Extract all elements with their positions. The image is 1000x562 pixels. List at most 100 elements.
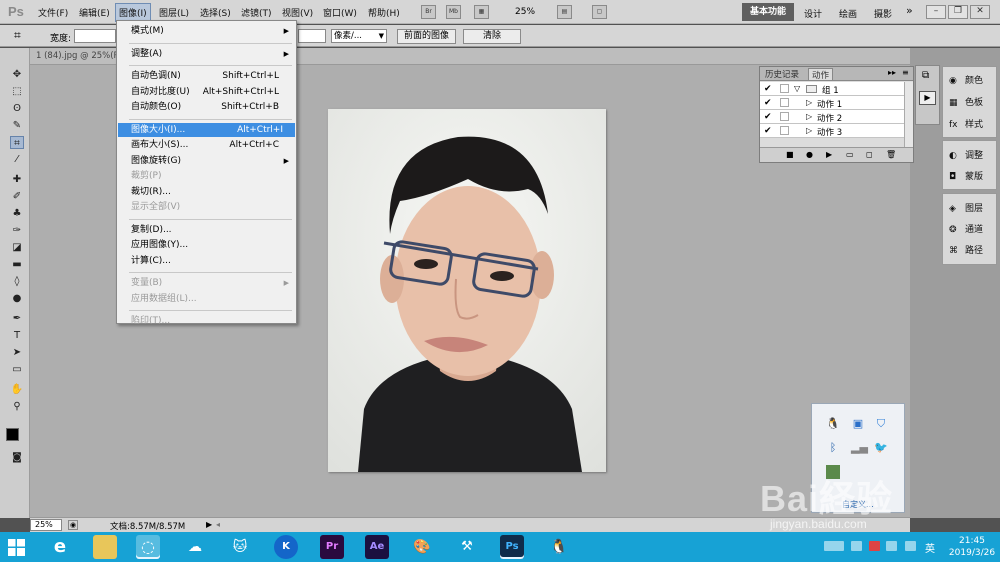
dialog-toggle[interactable]: [780, 112, 789, 121]
panel-styles[interactable]: fx 样式: [949, 117, 983, 130]
lasso-tool-icon[interactable]: ʘ: [10, 102, 24, 115]
menu-item[interactable]: 图像大小(I)... Alt+Ctrl+I: [118, 122, 295, 137]
menu-item[interactable]: 计算(C)...: [131, 254, 291, 268]
menu-item[interactable]: 应用图像(Y)...: [131, 238, 291, 252]
netdisk-tray-icon[interactable]: ▣: [851, 417, 865, 431]
menu-item[interactable]: 图像旋转(G) ▶: [131, 154, 291, 168]
resolution-field[interactable]: [298, 29, 326, 43]
menu-view[interactable]: 视图(V): [282, 6, 313, 19]
history-brush-tool-icon[interactable]: ✑: [10, 224, 24, 237]
record-icon[interactable]: ●: [806, 150, 813, 159]
bridge-button[interactable]: Br: [421, 5, 436, 19]
marquee-tool-icon[interactable]: ⬚: [10, 85, 24, 98]
panel-menu-icon[interactable]: ≡: [902, 68, 909, 77]
actions-panel-icon[interactable]: ▶: [919, 91, 936, 105]
menu-select[interactable]: 选择(S): [200, 6, 231, 19]
screen-mode-icon[interactable]: ▢: [592, 5, 607, 19]
expand-right-icon[interactable]: ▷: [806, 126, 812, 135]
menu-file[interactable]: 文件(F): [38, 6, 68, 19]
dodge-tool-icon[interactable]: ●: [10, 292, 24, 305]
tab-history[interactable]: 历史记录: [762, 68, 802, 80]
dialog-toggle[interactable]: [780, 126, 789, 135]
scroll-left-icon[interactable]: ◂: [216, 520, 220, 529]
tool-icon[interactable]: ⚒: [455, 535, 479, 559]
action-row[interactable]: ✔ ▷ 动作 1: [760, 96, 904, 110]
quick-select-tool-icon[interactable]: ✎: [10, 119, 24, 132]
actions-scrollbar[interactable]: [904, 82, 913, 147]
shape-tool-icon[interactable]: ▭: [10, 363, 24, 376]
status-arrow-icon[interactable]: ▶: [206, 520, 212, 529]
stop-icon[interactable]: ■: [786, 150, 794, 159]
cat-icon[interactable]: 🐱: [228, 535, 252, 559]
paint-icon[interactable]: 🎨: [410, 535, 434, 559]
arrange-documents-icon[interactable]: ▤: [557, 5, 572, 19]
menu-item[interactable]: 画布大小(S)... Alt+Ctrl+C: [131, 138, 291, 152]
hand-tool-icon[interactable]: ✋: [10, 383, 24, 396]
panel-paths[interactable]: ⌘ 路径: [949, 243, 983, 256]
blur-tool-icon[interactable]: ◊: [10, 275, 24, 288]
menu-help[interactable]: 帮助(H): [368, 6, 400, 19]
action-set-row[interactable]: ✔ ▽ 组 1: [760, 82, 904, 96]
expand-down-icon[interactable]: ▽: [794, 84, 800, 93]
k-icon[interactable]: K: [274, 535, 298, 559]
toggle-check-icon[interactable]: ✔: [764, 126, 774, 136]
view-extras-icon[interactable]: ▦: [474, 5, 489, 19]
foreground-color-swatch[interactable]: [6, 428, 19, 441]
menu-window[interactable]: 窗口(W): [323, 6, 357, 19]
status-zoom-field[interactable]: 25%: [30, 519, 62, 531]
panel-adjustments[interactable]: ◐ 调整: [949, 148, 983, 161]
expand-right-icon[interactable]: ▷: [806, 112, 812, 121]
after-effects-icon[interactable]: Ae: [365, 535, 389, 559]
eyedropper-tool-icon[interactable]: ⁄: [10, 153, 24, 166]
signal-icon[interactable]: ▂▄: [851, 441, 868, 455]
menu-item[interactable]: 模式(M) ▶: [131, 24, 291, 38]
battery-icon[interactable]: [886, 541, 897, 551]
baidu-netdisk-icon[interactable]: ☁: [183, 535, 207, 559]
menu-edit[interactable]: 编辑(E): [79, 6, 110, 19]
unit-select[interactable]: 像素/... ▼: [331, 29, 387, 43]
expand-right-icon[interactable]: ▷: [806, 98, 812, 107]
explorer-icon[interactable]: [93, 535, 117, 559]
menu-layer[interactable]: 图层(L): [159, 6, 189, 19]
action-row[interactable]: ✔ ▷ 动作 2: [760, 110, 904, 124]
menu-item[interactable]: 裁切(R)...: [131, 185, 291, 199]
clone-stamp-tool-icon[interactable]: ♣: [10, 207, 24, 220]
menu-item[interactable]: 自动颜色(O) Shift+Ctrl+B: [131, 100, 291, 114]
menu-item[interactable]: 调整(A) ▶: [131, 47, 291, 61]
toggle-check-icon[interactable]: ✔: [764, 112, 774, 122]
panel-swatches[interactable]: ▦ 色板: [949, 95, 983, 108]
history-panel-icon[interactable]: ⧉: [922, 70, 929, 81]
width-field[interactable]: [74, 29, 116, 43]
dialog-toggle[interactable]: [780, 98, 789, 107]
restore-icon[interactable]: ❐: [948, 5, 968, 19]
healing-brush-tool-icon[interactable]: ✚: [10, 173, 24, 186]
crop-tool-icon[interactable]: ⌗: [14, 28, 21, 43]
minimize-icon[interactable]: –: [926, 5, 946, 19]
workspace-design[interactable]: 设计: [804, 7, 822, 20]
zoom-tool-icon[interactable]: ⚲: [10, 400, 24, 413]
front-image-button[interactable]: 前面的图像: [397, 29, 456, 44]
bluetooth-icon[interactable]: ᛒ: [826, 441, 840, 455]
status-info-icon[interactable]: ◉: [68, 520, 78, 530]
delete-icon[interactable]: 🗑: [886, 150, 896, 159]
move-tool-icon[interactable]: ✥: [10, 68, 24, 81]
system-clock[interactable]: 21:45 2019/3/26: [944, 535, 1000, 559]
close-icon[interactable]: ✕: [970, 5, 990, 19]
tray-expand-icon[interactable]: [851, 541, 862, 551]
panel-color[interactable]: ◉ 颜色: [949, 73, 983, 86]
panel-channels[interactable]: ❂ 通道: [949, 222, 983, 235]
premiere-icon[interactable]: Pr: [320, 535, 344, 559]
panel-masks[interactable]: ◘ 蒙版: [949, 169, 983, 182]
play-icon[interactable]: ▶: [826, 150, 832, 159]
brush-tool-icon[interactable]: ✐: [10, 190, 24, 203]
tray-status-icon[interactable]: [869, 541, 880, 551]
clear-button[interactable]: 清除: [463, 29, 521, 44]
toggle-check-icon[interactable]: ✔: [764, 98, 774, 108]
collapse-icon[interactable]: ▸▸: [888, 68, 896, 77]
dialog-toggle[interactable]: [780, 84, 789, 93]
menu-filter[interactable]: 滤镜(T): [241, 6, 272, 19]
qq-icon[interactable]: 🐧: [547, 535, 571, 559]
menu-item[interactable]: 自动色调(N) Shift+Ctrl+L: [131, 69, 291, 83]
browser-icon[interactable]: ◌: [136, 535, 160, 559]
gradient-tool-icon[interactable]: ▬: [10, 258, 24, 271]
